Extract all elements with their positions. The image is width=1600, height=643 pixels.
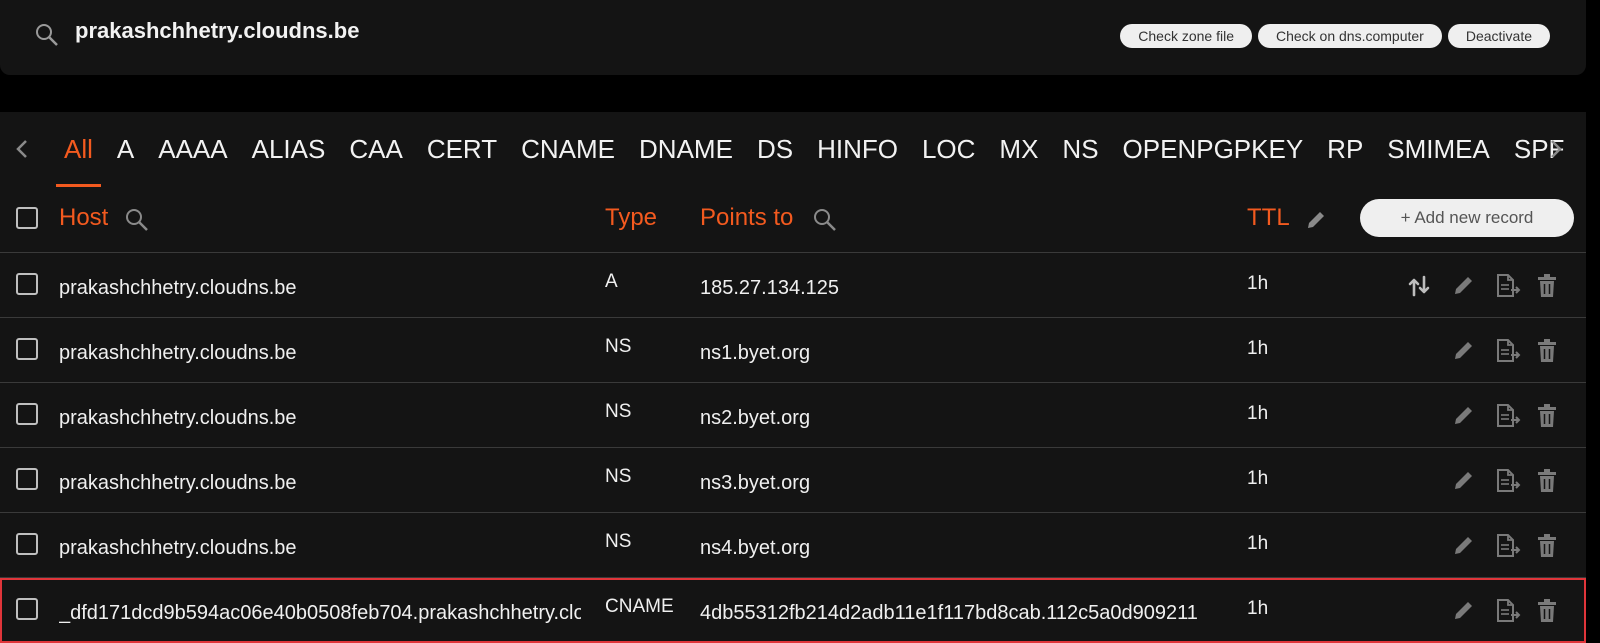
check-on-dns-computer-button[interactable]: Check on dns.computer [1257,24,1442,48]
tab-mx[interactable]: MX [987,112,1050,187]
record-type: NS [605,336,632,357]
table-row: prakashchhetry.cloudns.be A 185.27.134.1… [0,253,1586,318]
copy-record-icon[interactable] [1494,338,1522,364]
tab-dname[interactable]: DNAME [627,112,745,187]
row-actions [1406,338,1576,364]
table-row: prakashchhetry.cloudns.be NS ns2.byet.or… [0,383,1586,448]
pencil-icon[interactable] [1452,533,1476,557]
record-ttl: 1h [1247,468,1269,489]
record-host: prakashchhetry.cloudns.be [59,342,297,364]
row-checkbox[interactable] [16,533,38,555]
record-ttl: 1h [1247,273,1269,294]
zone-header: prakashchhetry.cloudns.be Check zone fil… [0,0,1586,75]
add-new-record-button[interactable]: + Add new record [1360,199,1574,237]
row-checkbox[interactable] [16,273,38,295]
record-host: prakashchhetry.cloudns.be [59,277,297,299]
trash-icon[interactable] [1536,468,1558,494]
pencil-icon[interactable] [1452,273,1476,297]
zone-title: prakashchhetry.cloudns.be [75,18,360,43]
tab-ds[interactable]: DS [745,112,805,187]
record-type: NS [605,531,632,552]
pencil-icon[interactable] [1452,598,1476,622]
tab-cname[interactable]: CNAME [509,112,627,187]
trash-icon[interactable] [1536,403,1558,429]
record-type: CNAME [605,596,674,617]
row-checkbox[interactable] [16,598,38,620]
copy-record-icon[interactable] [1494,533,1522,559]
record-host: prakashchhetry.cloudns.be [59,472,297,494]
record-points-to: 4db55312fb214d2adb11e1f117bd8cab.112c5a0… [700,602,1198,624]
row-actions [1406,468,1576,494]
tab-all[interactable]: All [52,112,105,187]
row-checkbox[interactable] [16,338,38,360]
record-points-to: ns4.byet.org [700,537,811,559]
record-ttl: 1h [1247,598,1269,619]
record-host: _dfd171dcd9b594ac06e40b0508feb704.prakas… [59,602,581,624]
pencil-icon[interactable] [1452,403,1476,427]
trash-icon[interactable] [1536,338,1558,364]
row-actions [1406,533,1576,559]
column-ttl[interactable]: TTL [1247,204,1307,232]
column-points-to[interactable]: Points to [700,204,793,232]
zone-actions: Check zone file Check on dns.computer De… [1120,24,1550,48]
table-row: prakashchhetry.cloudns.be NS ns4.byet.or… [0,513,1586,578]
trash-icon[interactable] [1536,598,1558,624]
record-host: prakashchhetry.cloudns.be [59,407,297,429]
deactivate-button[interactable]: Deactivate [1447,24,1550,48]
pencil-icon[interactable] [1452,468,1476,492]
copy-record-icon[interactable] [1494,468,1522,494]
copy-record-icon[interactable] [1494,598,1522,624]
record-type: A [605,271,618,292]
chevron-left-icon[interactable] [8,134,38,164]
record-ttl: 1h [1247,338,1269,359]
record-points-to: ns1.byet.org [700,342,811,364]
record-points-to: 185.27.134.125 [700,277,840,299]
select-all-checkbox[interactable] [16,207,38,229]
tab-aaaa[interactable]: AAAA [146,112,239,187]
column-host[interactable]: Host [59,204,108,232]
tab-caa[interactable]: CAA [337,112,414,187]
record-points-to: ns2.byet.org [700,407,811,429]
record-ttl: 1h [1247,533,1269,554]
table-row: _dfd171dcd9b594ac06e40b0508feb704.prakas… [0,578,1586,643]
tab-a[interactable]: A [105,112,146,187]
sort-icon[interactable] [1406,273,1432,299]
chevron-right-icon[interactable] [1540,134,1570,164]
copy-record-icon[interactable] [1494,273,1522,299]
tab-smimea[interactable]: SMIMEA [1375,112,1502,187]
record-type: NS [605,466,632,487]
row-actions [1406,598,1576,624]
tab-rp[interactable]: RP [1315,112,1375,187]
column-type[interactable]: Type [605,204,685,232]
record-ttl: 1h [1247,403,1269,424]
tab-cert[interactable]: CERT [415,112,509,187]
row-actions [1406,273,1576,299]
trash-icon[interactable] [1536,273,1558,299]
tab-openpgpkey[interactable]: OPENPGPKEY [1111,112,1316,187]
tab-hinfo[interactable]: HINFO [805,112,910,187]
row-actions [1406,403,1576,429]
tab-list: All A AAAA ALIAS CAA CERT CNAME DNAME DS HINFO LOC… [52,112,1576,187]
trash-icon[interactable] [1536,533,1558,559]
record-host: prakashchhetry.cloudns.be [59,537,297,559]
record-type: NS [605,401,632,422]
check-zone-file-button[interactable]: Check zone file [1120,24,1252,48]
table-row: prakashchhetry.cloudns.be NS ns1.byet.or… [0,318,1586,383]
ttl-edit-icon[interactable] [1305,209,1327,231]
dns-records-table: Host Type Points to TTL + Add new record… [0,187,1586,643]
tab-ns[interactable]: NS [1050,112,1110,187]
row-checkbox[interactable] [16,403,38,425]
row-checkbox[interactable] [16,468,38,490]
copy-record-icon[interactable] [1494,403,1522,429]
host-search-icon[interactable] [124,207,150,233]
pencil-icon[interactable] [1452,338,1476,362]
table-header-row: Host Type Points to TTL + Add new record [0,187,1586,253]
record-type-tabs: All A AAAA ALIAS CAA CERT CNAME DNAME DS HINFO LOC… [0,112,1586,187]
points-to-search-icon[interactable] [812,207,838,233]
table-row: prakashchhetry.cloudns.be NS ns3.byet.or… [0,448,1586,513]
tab-alias[interactable]: ALIAS [240,112,338,187]
record-points-to: ns3.byet.org [700,472,811,494]
search-icon[interactable] [34,22,60,48]
tab-loc[interactable]: LOC [910,112,987,187]
